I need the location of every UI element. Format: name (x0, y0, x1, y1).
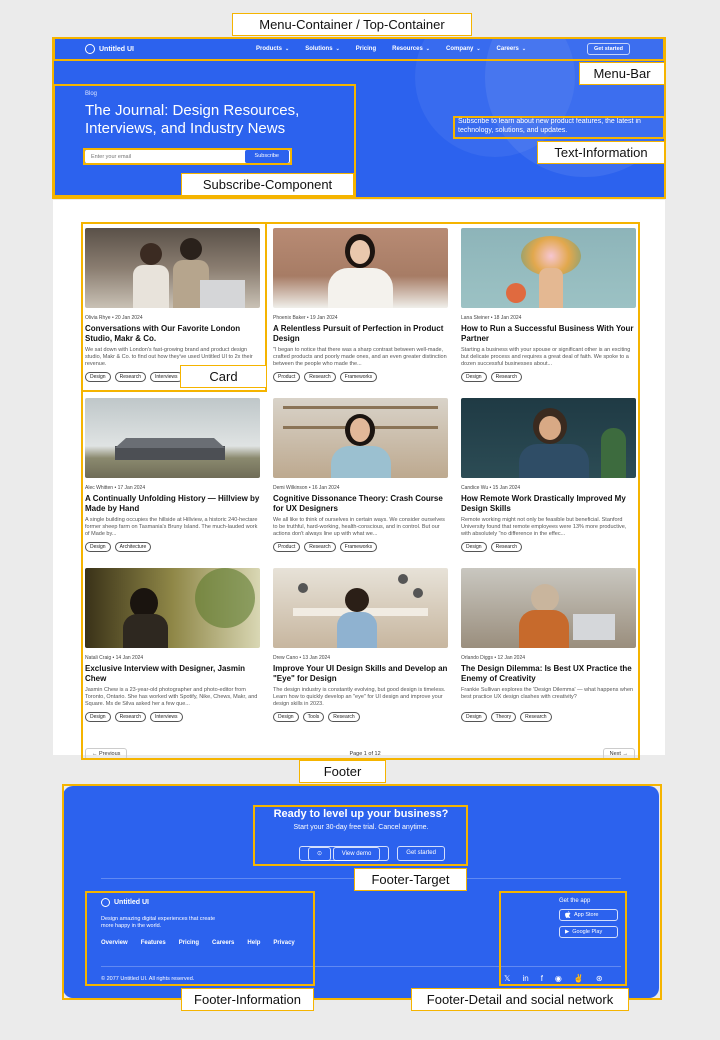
annotation-label: Card (180, 365, 267, 388)
annotation-label: Footer-Detail and social network (411, 988, 629, 1011)
annotation-box (85, 891, 315, 986)
annotation-label: Footer (299, 760, 386, 783)
annotation-box (83, 148, 292, 165)
annotation-label: Footer-Target (354, 868, 467, 891)
annotation-box (53, 37, 665, 61)
annotation-label: Menu-Container / Top-Container (232, 13, 472, 36)
annotation-box (253, 805, 468, 866)
annotation-label: Footer-Information (181, 988, 314, 1011)
annotation-label: Text-Information (537, 141, 665, 164)
annotation-label: Subscribe-Component (181, 173, 354, 196)
annotation-box (499, 891, 627, 986)
annotation-box (453, 116, 665, 139)
annotation-label: Menu-Bar (579, 62, 665, 85)
